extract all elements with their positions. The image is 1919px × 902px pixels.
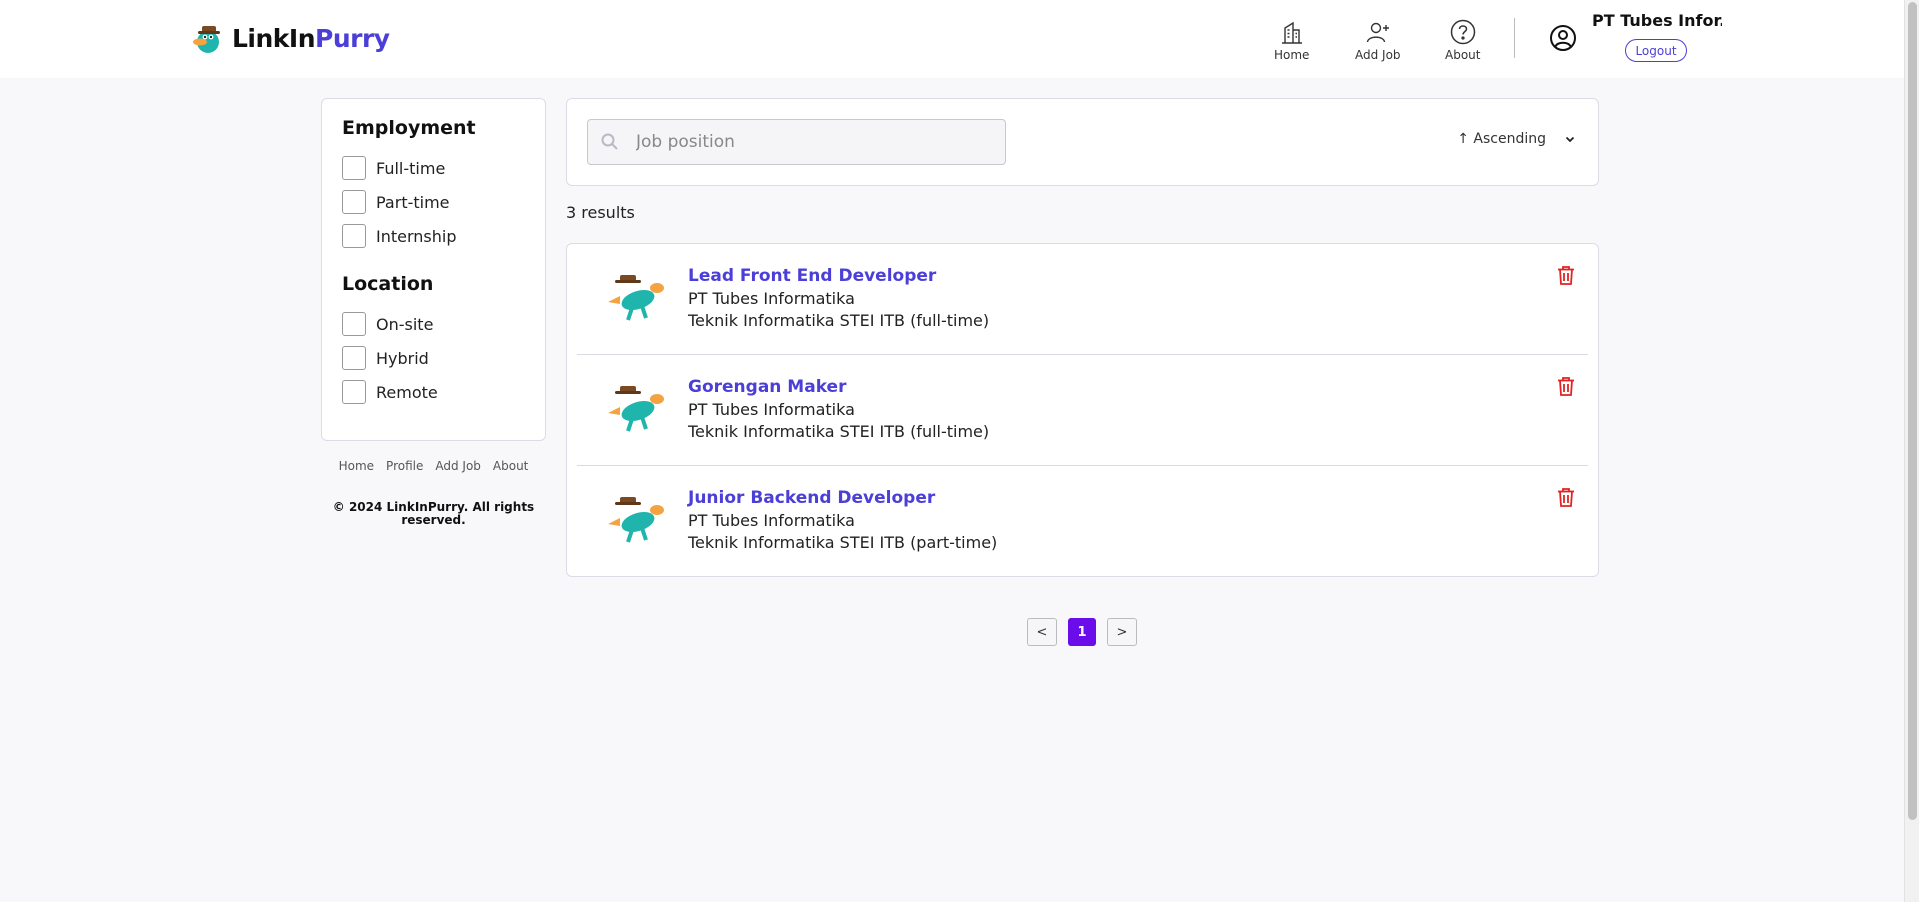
job-company: PT Tubes Informatika <box>688 289 855 308</box>
chevron-down-icon <box>1565 136 1575 143</box>
filter-hybrid[interactable]: Hybrid <box>342 341 525 375</box>
job-title[interactable]: Junior Backend Developer <box>688 488 935 508</box>
footer-links: Home Profile Add Job About <box>321 459 546 473</box>
nav-home-label: Home <box>1274 48 1310 62</box>
filter-part-time[interactable]: Part-time <box>342 185 525 219</box>
user-name: PT Tubes Infor... <box>1592 11 1722 30</box>
nav-add-job[interactable]: Add Job <box>1355 18 1401 62</box>
nav-add-job-label: Add Job <box>1355 48 1401 62</box>
copyright: © 2024 LinkInPurry. All rights reserved. <box>332 500 535 527</box>
nav-home[interactable]: Home <box>1274 18 1309 62</box>
footer-link-about[interactable]: About <box>493 459 528 473</box>
nav-about[interactable]: About <box>1445 18 1480 62</box>
part-time-checkbox[interactable] <box>342 190 366 214</box>
hybrid-checkbox[interactable] <box>342 346 366 370</box>
location-filter-title: Location <box>342 273 434 295</box>
logo-text: LinkInPurry <box>232 24 390 53</box>
remote-label: Remote <box>376 382 438 402</box>
add-user-icon <box>1366 22 1389 43</box>
logo-text-part2: Purry <box>315 23 390 53</box>
job-company: PT Tubes Informatika <box>688 400 855 419</box>
filter-full-time[interactable]: Full-time <box>342 151 525 185</box>
job-title[interactable]: Lead Front End Developer <box>688 266 936 286</box>
job-list: Lead Front End Developer PT Tubes Inform… <box>566 243 1599 577</box>
pagination-page-current[interactable]: 1 <box>1068 618 1096 646</box>
scrollbar-thumb[interactable] <box>1908 2 1917 820</box>
nav-about-label: About <box>1445 48 1481 62</box>
full-time-label: Full-time <box>376 158 446 178</box>
footer-link-add-job[interactable]: Add Job <box>435 459 481 473</box>
logo-text-part1: LinkIn <box>232 23 316 53</box>
platypus-mascot-icon <box>608 386 664 432</box>
search-box[interactable] <box>587 119 1006 165</box>
job-location: Teknik Informatika STEI ITB (part-time) <box>688 533 998 552</box>
trash-icon[interactable] <box>1555 486 1577 508</box>
filter-internship[interactable]: Internship <box>342 219 525 253</box>
sort-label: ↑ Ascending <box>1457 131 1546 147</box>
on-site-label: On-site <box>376 314 434 334</box>
internship-label: Internship <box>376 226 457 246</box>
job-company: PT Tubes Informatika <box>688 511 855 530</box>
search-icon <box>601 133 618 150</box>
trash-icon[interactable] <box>1555 264 1577 286</box>
page-scrollbar[interactable] <box>1904 0 1919 902</box>
filter-on-site[interactable]: On-site <box>342 307 525 341</box>
full-time-checkbox[interactable] <box>342 156 366 180</box>
question-icon <box>1450 19 1475 45</box>
pagination-prev-button[interactable]: < <box>1027 618 1057 646</box>
job-location: Teknik Informatika STEI ITB (full-time) <box>688 311 990 330</box>
remote-checkbox[interactable] <box>342 380 366 404</box>
job-location: Teknik Informatika STEI ITB (full-time) <box>688 422 990 441</box>
on-site-checkbox[interactable] <box>342 312 366 336</box>
pagination-next-button[interactable]: > <box>1107 618 1137 646</box>
hybrid-label: Hybrid <box>376 348 429 368</box>
user-avatar-icon[interactable] <box>1549 24 1577 52</box>
footer-link-profile[interactable]: Profile <box>386 459 423 473</box>
employment-filter-title: Employment <box>342 117 476 139</box>
platypus-mascot-icon <box>608 497 664 543</box>
header-divider <box>1514 18 1515 58</box>
internship-checkbox[interactable] <box>342 224 366 248</box>
results-count: 3 results <box>566 203 635 222</box>
search-panel: ↑ Ascending <box>566 98 1599 186</box>
building-icon <box>1281 21 1302 44</box>
logout-button[interactable]: Logout <box>1625 39 1687 62</box>
filter-remote[interactable]: Remote <box>342 375 525 409</box>
job-card: Junior Backend Developer PT Tubes Inform… <box>577 466 1588 577</box>
trash-icon[interactable] <box>1555 375 1577 397</box>
logo[interactable]: LinkInPurry <box>190 19 390 57</box>
job-card: Lead Front End Developer PT Tubes Inform… <box>577 244 1588 355</box>
footer-link-home[interactable]: Home <box>339 459 374 473</box>
sort-dropdown[interactable]: ↑ Ascending <box>1457 131 1576 147</box>
filter-panel: Employment Full-time Part-time Internshi… <box>321 98 546 441</box>
top-header: LinkInPurry Home Add Job About PT Tubes … <box>0 0 1904 78</box>
job-title[interactable]: Gorengan Maker <box>688 377 846 397</box>
platypus-mascot-icon <box>608 275 664 321</box>
search-input[interactable] <box>636 132 996 152</box>
part-time-label: Part-time <box>376 192 450 212</box>
platypus-logo-icon <box>193 26 220 53</box>
job-card: Gorengan Maker PT Tubes Informatika Tekn… <box>577 355 1588 466</box>
